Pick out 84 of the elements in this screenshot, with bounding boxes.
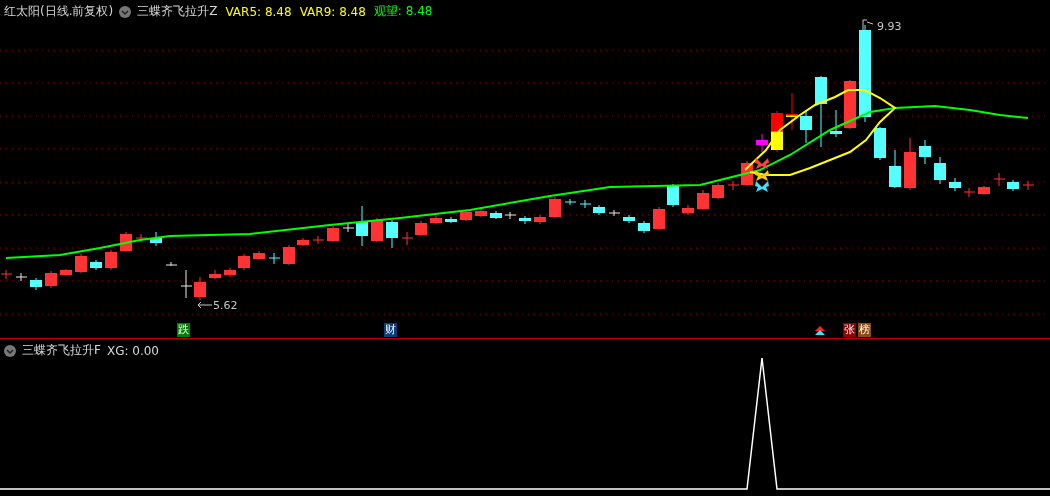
candlestick	[209, 269, 221, 280]
candlestick	[963, 187, 976, 198]
candlestick	[401, 231, 414, 246]
candlestick	[993, 172, 1006, 187]
candlestick	[253, 250, 265, 261]
candlestick	[90, 259, 102, 271]
indicator-reading: VAR9: 8.48	[299, 4, 366, 19]
flag-arrow-icon	[862, 19, 874, 31]
candlestick	[194, 276, 206, 301]
candlestick	[430, 215, 442, 225]
candlestick	[682, 204, 694, 216]
candlestick	[638, 220, 650, 234]
dropdown-icon[interactable]	[119, 5, 132, 18]
candlestick	[534, 214, 546, 225]
candlestick	[283, 244, 295, 266]
indicator-reading: XG: 0.00	[106, 343, 159, 358]
butterfly-icon	[755, 170, 769, 182]
candlestick	[268, 252, 281, 265]
candlestick	[165, 261, 178, 267]
candlestick	[0, 269, 13, 280]
candlestick	[180, 269, 193, 299]
candlestick	[889, 149, 901, 189]
candlestick	[297, 237, 309, 247]
candlestick	[786, 92, 798, 131]
candlestick	[15, 272, 28, 282]
signal-tag: 跌	[177, 323, 190, 337]
indicator-name: 三蝶齐飞拉升Z	[137, 3, 218, 20]
candlestick	[415, 220, 427, 237]
indicator-reading: 观望: 8.48	[373, 3, 433, 20]
candlestick	[224, 267, 236, 278]
up-arrow-icon	[815, 326, 825, 336]
signal-tag: 张	[843, 323, 856, 337]
high-price-label: 9.93	[877, 20, 902, 33]
butterfly-icon	[755, 158, 769, 170]
candlestick	[549, 196, 561, 219]
candlestick	[312, 235, 325, 245]
candlestick	[386, 219, 398, 249]
candlestick	[830, 109, 842, 138]
butterfly-icon	[755, 181, 769, 193]
candlestick	[712, 182, 724, 200]
candlestick	[978, 185, 990, 196]
candlestick	[475, 207, 487, 218]
candlestick	[623, 214, 635, 224]
dropdown-icon[interactable]	[4, 344, 16, 357]
candlestick	[371, 217, 383, 243]
signal-tag: 榜	[858, 323, 871, 337]
indicator-reading: VAR5: 8.48	[225, 4, 292, 19]
candlestick	[904, 137, 916, 191]
candlestick	[75, 253, 87, 274]
candlestick	[445, 216, 457, 224]
arrow-icon	[197, 301, 212, 309]
candlestick	[60, 268, 72, 277]
candlestick	[844, 79, 856, 130]
candlestick	[490, 210, 502, 220]
low-price-label: 5.62	[213, 299, 238, 312]
candlestick	[579, 199, 592, 209]
candlestick	[135, 233, 148, 243]
candlestick	[105, 249, 117, 271]
indicator-name: 三蝶齐飞拉升F	[22, 342, 101, 359]
candlestick	[564, 198, 577, 206]
candlestick	[519, 215, 531, 225]
candlestick	[800, 109, 812, 144]
candlestick	[919, 139, 931, 165]
candlestick	[608, 209, 621, 217]
candlestick	[1007, 179, 1019, 192]
candlestick	[504, 211, 517, 220]
candlestick	[45, 270, 57, 289]
candlestick	[934, 156, 946, 185]
signal-tag: 财	[384, 323, 397, 337]
stock-title: 红太阳(日线.前复权)	[4, 3, 114, 20]
candlestick	[30, 277, 42, 291]
candlestick	[1022, 180, 1035, 191]
candlestick	[593, 204, 605, 216]
candlestick	[756, 133, 768, 153]
candlestick	[327, 225, 339, 243]
candlestick	[238, 253, 250, 271]
candlestick	[874, 126, 886, 161]
candlestick	[697, 189, 709, 211]
candlestick	[460, 209, 472, 222]
candlestick	[150, 231, 162, 247]
candlestick	[667, 183, 679, 208]
candlestick	[949, 177, 961, 192]
candlestick	[653, 206, 665, 231]
candlestick	[771, 110, 783, 153]
